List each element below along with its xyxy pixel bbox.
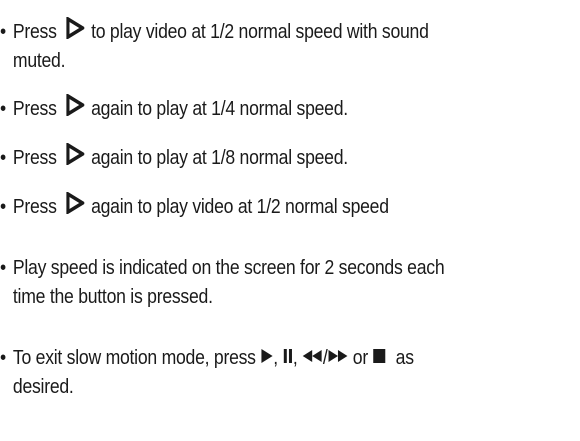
pause-icon (283, 348, 293, 364)
item-line-continued: muted. (12, 49, 66, 72)
press-label: Press (12, 146, 57, 169)
list-item: • Press again to play video at 1/2 normal … (0, 192, 499, 221)
separator: , (292, 346, 298, 369)
bullet: • (0, 256, 6, 279)
fast-forward-icon (327, 348, 348, 364)
item-text: again to play at 1/4 normal speed. (91, 97, 348, 120)
stop-icon (373, 348, 387, 364)
bullet: • (0, 97, 6, 120)
list-item: • Press again to play at 1/8 normal speed. (0, 143, 499, 172)
item-text: To exit slow motion mode, press (12, 346, 256, 369)
bullet: • (0, 195, 6, 218)
frame-advance-icon (65, 94, 85, 116)
item-line: • Press again to play at 1/8 normal speed. (0, 143, 499, 172)
or-word: or (352, 346, 368, 369)
press-label: Press (12, 195, 57, 218)
bullet: • (0, 346, 6, 369)
press-label: Press (12, 97, 57, 120)
bullet: • (0, 20, 6, 43)
item-line: • Press again to play video at 1/2 normal … (0, 192, 499, 221)
item-line: • Press again to play at 1/4 normal speed. (0, 94, 499, 123)
item-line: • Play speed is indicated on the screen f… (0, 253, 499, 282)
list-item: • Play speed is indicated on the screen f… (0, 253, 499, 311)
item-text: Play speed is indicated on the screen fo… (12, 256, 445, 279)
item-line: • Press to play video at 1/2 normal speed … (0, 17, 499, 46)
item-line: • To exit slow motion mode, press , , / o… (0, 343, 499, 372)
frame-advance-icon (65, 17, 85, 39)
frame-advance-icon (65, 143, 85, 165)
list-item: • To exit slow motion mode, press , , / o… (0, 343, 499, 401)
frame-advance-icon (65, 192, 85, 214)
suffix-text: as (395, 346, 414, 369)
list-item: • Press again to play at 1/4 normal speed. (0, 94, 499, 123)
play-icon (260, 348, 273, 364)
press-label: Press (12, 20, 57, 43)
item-text: to play video at 1/2 normal speed with s… (91, 20, 429, 43)
separator: , (273, 346, 278, 369)
item-text: again to play video at 1/2 normal speed (91, 195, 389, 218)
item-line-continued: desired. (12, 375, 74, 398)
item-line-continued: time the button is pressed. (12, 285, 213, 308)
rewind-icon (302, 348, 323, 364)
bullet: • (0, 146, 6, 169)
item-text: again to play at 1/8 normal speed. (91, 146, 348, 169)
list-item: • Press to play video at 1/2 normal speed … (0, 17, 499, 75)
instruction-page: • Press to play video at 1/2 normal speed … (0, 0, 580, 441)
